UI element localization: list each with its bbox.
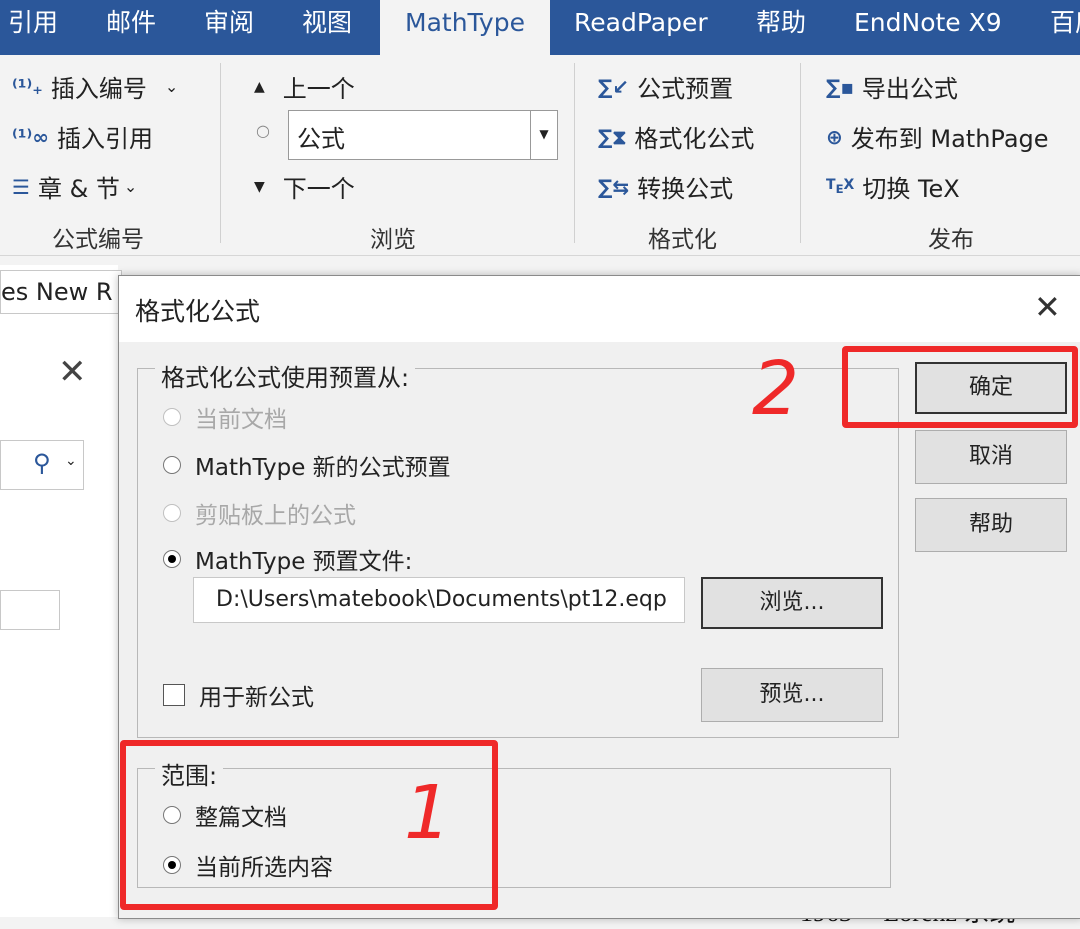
browse-type-value: 公式 [297, 125, 345, 153]
tab-baidu[interactable]: 百度 [1050, 0, 1080, 55]
arrow-down-icon: ▼ [254, 178, 265, 195]
sigma-save-icon: ∑▪ [826, 74, 854, 99]
tex-icon: TEX [826, 177, 855, 196]
radio-circle-icon [163, 456, 181, 474]
insert-number-label: 插入编号 [50, 75, 147, 103]
ribbon-panel: ⁽¹⁾₊ 插入编号 ⌄ ⁽¹⁾∞ 插入引用 ☰ 章 & 节 ⌄ 公式编号 ▲ 上… [0, 55, 1080, 256]
toggle-tex-label: 切换 TeX [862, 175, 960, 203]
radio-preference-file[interactable]: MathType 预置文件: [163, 542, 412, 576]
annotation-box-ok [842, 346, 1078, 428]
toggle-tex-button[interactable]: TEX 切换 TeX [826, 169, 960, 204]
font-name-box[interactable]: es New R [0, 270, 122, 314]
radio-label: MathType 新的公式预置 [195, 455, 451, 481]
pane-input-field[interactable] [0, 590, 60, 630]
tab-view[interactable]: 视图 [302, 0, 352, 55]
globe-icon: ⊕ [826, 124, 843, 149]
format-equations-button[interactable]: ∑⧗ 格式化公式 [598, 119, 754, 154]
radio-label: 剪贴板上的公式 [195, 503, 356, 529]
help-button[interactable]: 帮助 [915, 498, 1067, 552]
dropdown-arrow-icon[interactable]: ▼ [530, 111, 557, 159]
group-label-numbering: 公式编号 [52, 227, 144, 253]
sigma-settings-icon: ∑↙ [598, 74, 630, 99]
radio-circle-icon [163, 408, 181, 426]
convert-equations-label: 转换公式 [637, 175, 734, 203]
convert-equations-button[interactable]: ∑⇆ 转换公式 [598, 169, 733, 204]
group-label-format: 格式化 [648, 227, 717, 253]
dialog-titlebar [119, 276, 1080, 342]
annotation-mark-2: 2 [752, 346, 800, 432]
export-equations-button[interactable]: ∑▪ 导出公式 [826, 69, 958, 104]
browse-button[interactable]: 浏览... [701, 577, 883, 629]
radio-circle-icon [163, 504, 181, 522]
sigma-format-icon: ∑⧗ [598, 124, 627, 149]
preview-button[interactable]: 预览... [701, 668, 883, 722]
checkbox-icon [163, 684, 185, 706]
tab-review[interactable]: 审阅 [204, 0, 254, 55]
tab-mailings[interactable]: 邮件 [106, 0, 156, 55]
format-equations-label: 格式化公式 [634, 125, 755, 153]
sigma-convert-icon: ∑⇆ [598, 174, 630, 199]
group-separator [800, 63, 801, 243]
use-for-new-equations-checkbox[interactable]: 用于新公式 [163, 678, 314, 712]
equation-preferences-button[interactable]: ∑↙ 公式预置 [598, 69, 733, 104]
radio-mathtype-new-prefs[interactable]: MathType 新的公式预置 [163, 448, 451, 482]
search-icon: ⚲ [33, 449, 51, 477]
next-button[interactable]: ▼ 下一个 [254, 169, 355, 204]
chevron-down-icon: ⌄ [65, 453, 77, 469]
publish-mathpage-label: 发布到 MathPage [850, 125, 1049, 153]
equation-preferences-label: 公式预置 [637, 75, 734, 103]
tab-references[interactable]: 引用 [8, 0, 58, 55]
list-icon: ☰ [12, 174, 30, 199]
bullet-icon: ○ [256, 121, 270, 140]
insert-reference-icon: ⁽¹⁾∞ [12, 124, 49, 149]
tab-readpaper[interactable]: ReadPaper [574, 0, 708, 55]
chevron-down-icon: ⌄ [164, 77, 179, 96]
previous-label: 上一个 [282, 75, 355, 103]
arrow-up-icon: ▲ [254, 78, 265, 95]
insert-number-icon: ⁽¹⁾₊ [12, 74, 43, 99]
tab-endnote[interactable]: EndNote X9 [854, 0, 1002, 55]
chapter-section-label: 章 & 节 [37, 175, 120, 203]
preset-source-group-label: 格式化公式使用预置从: [155, 358, 416, 393]
insert-reference-button[interactable]: ⁽¹⁾∞ 插入引用 [12, 119, 153, 154]
chevron-down-icon: ⌄ [123, 177, 138, 196]
close-icon[interactable]: ✕ [58, 352, 87, 392]
pane-search-box[interactable]: ⚲ ⌄ [0, 440, 84, 490]
tab-mathtype[interactable]: MathType [380, 0, 550, 55]
chapter-section-button[interactable]: ☰ 章 & 节 ⌄ [12, 169, 137, 204]
tab-help[interactable]: 帮助 [756, 0, 806, 55]
ribbon-tab-bar: 引用 邮件 审阅 视图 MathType ReadPaper 帮助 EndNot… [0, 0, 1080, 55]
previous-button[interactable]: ▲ 上一个 [254, 69, 355, 104]
cancel-button[interactable]: 取消 [915, 430, 1067, 484]
insert-number-button[interactable]: ⁽¹⁾₊ 插入编号 ⌄ [12, 69, 178, 104]
dialog-title: 格式化公式 [135, 297, 261, 326]
radio-selected-icon [163, 550, 181, 568]
next-label: 下一个 [282, 175, 355, 203]
preference-file-path-field[interactable]: D:\Users\matebook\Documents\pt12.eqp [193, 577, 685, 623]
group-label-browse: 浏览 [370, 227, 416, 253]
group-separator [574, 63, 575, 243]
group-label-publish: 发布 [928, 227, 974, 253]
group-separator [220, 63, 221, 243]
checkbox-label: 用于新公式 [199, 685, 314, 711]
radio-label: MathType 预置文件: [195, 549, 413, 575]
radio-clipboard-equation[interactable]: 剪贴板上的公式 [163, 496, 356, 530]
radio-label: 当前文档 [195, 407, 287, 433]
export-equations-label: 导出公式 [861, 75, 958, 103]
radio-current-document[interactable]: 当前文档 [163, 400, 287, 434]
insert-reference-label: 插入引用 [56, 125, 153, 153]
publish-mathpage-button[interactable]: ⊕ 发布到 MathPage [826, 119, 1049, 154]
annotation-mark-1: 1 [404, 770, 452, 856]
browse-type-select[interactable]: 公式 ▼ [288, 110, 558, 160]
close-icon[interactable]: ✕ [1034, 288, 1061, 326]
